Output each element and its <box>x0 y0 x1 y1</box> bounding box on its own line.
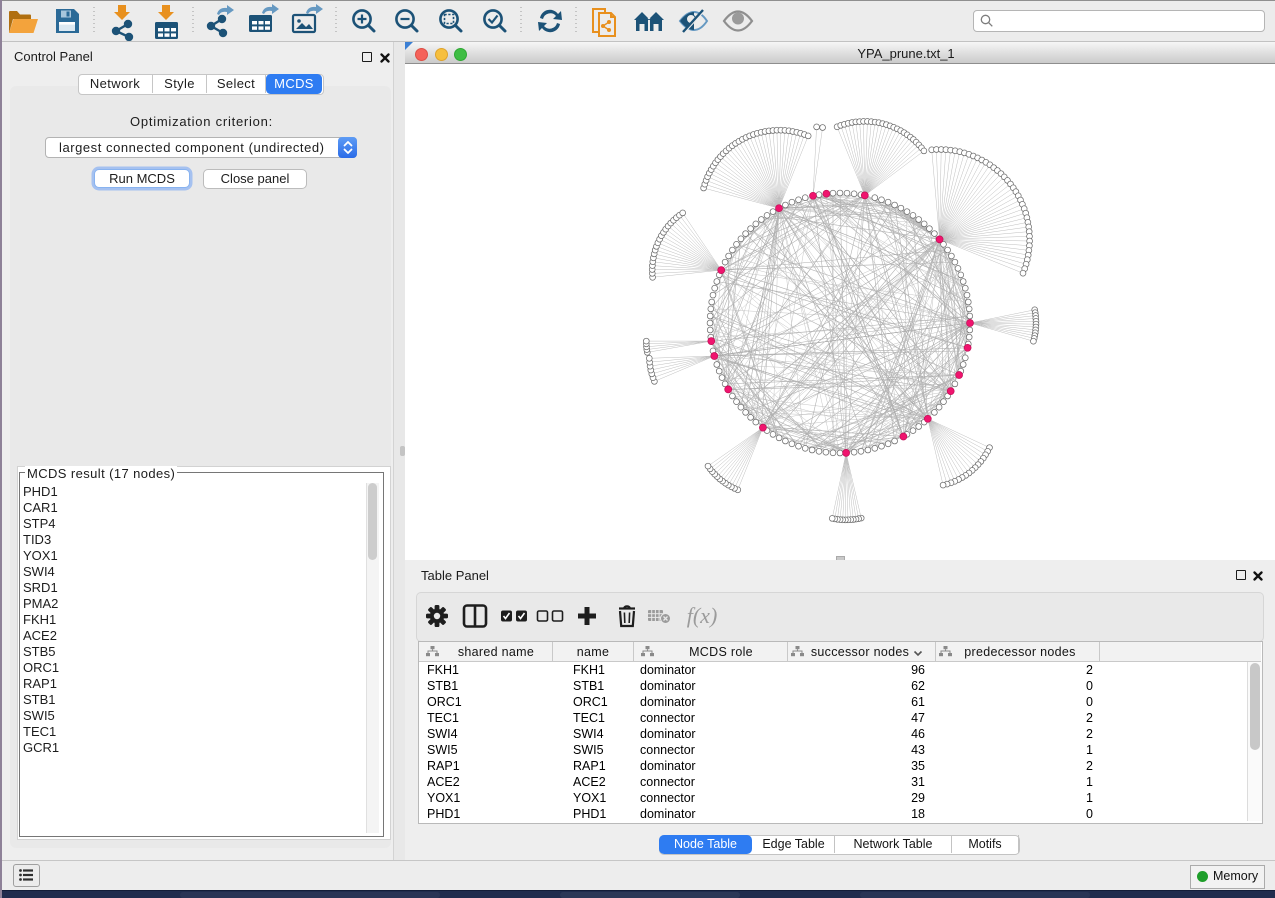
svg-text:f(x): f(x) <box>687 603 718 628</box>
